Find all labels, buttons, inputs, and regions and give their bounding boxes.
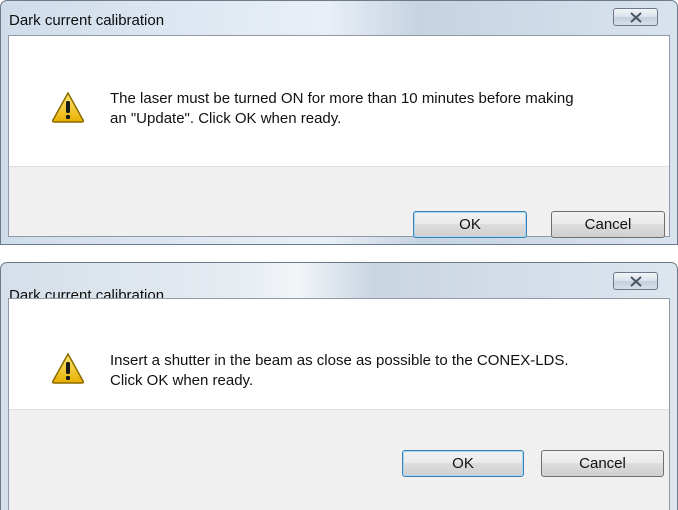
message-text: Insert a shutter in the beam as close as… (110, 351, 569, 391)
message-text: The laser must be turned ON for more tha… (110, 89, 574, 129)
message-line: The laser must be turned ON for more tha… (110, 90, 574, 107)
window-title: Dark current calibration (9, 12, 165, 29)
ok-button[interactable]: OK (402, 450, 524, 477)
title-bar[interactable]: Dark current calibration (0, 262, 678, 304)
close-icon (630, 12, 642, 23)
button-bar: OK Cancel (9, 409, 669, 510)
message-line: an "Update". Click OK when ready. (110, 110, 342, 127)
cancel-button[interactable]: Cancel (551, 211, 665, 238)
button-bar: OK Cancel (9, 166, 669, 238)
dialog-shutter-instruction: Dark current calibration Insert a shutte… (0, 262, 678, 510)
title-bar[interactable]: Dark current calibration (0, 0, 678, 35)
message-line: Click OK when ready. (110, 372, 254, 389)
cancel-button[interactable]: Cancel (541, 450, 664, 477)
message-area: Insert a shutter in the beam as close as… (9, 299, 669, 409)
dialog-laser-warning: Dark current calibration The laser must … (0, 0, 678, 245)
warning-icon (51, 352, 85, 384)
close-button[interactable] (613, 8, 658, 26)
warning-icon (51, 91, 85, 123)
message-line: Insert a shutter in the beam as close as… (110, 352, 569, 369)
dialog-client-area: Insert a shutter in the beam as close as… (8, 298, 670, 510)
message-area: The laser must be turned ON for more tha… (9, 36, 669, 166)
close-icon (630, 276, 642, 287)
close-button[interactable] (613, 272, 658, 290)
ok-button[interactable]: OK (413, 211, 527, 238)
dialog-client-area: The laser must be turned ON for more tha… (8, 35, 670, 238)
